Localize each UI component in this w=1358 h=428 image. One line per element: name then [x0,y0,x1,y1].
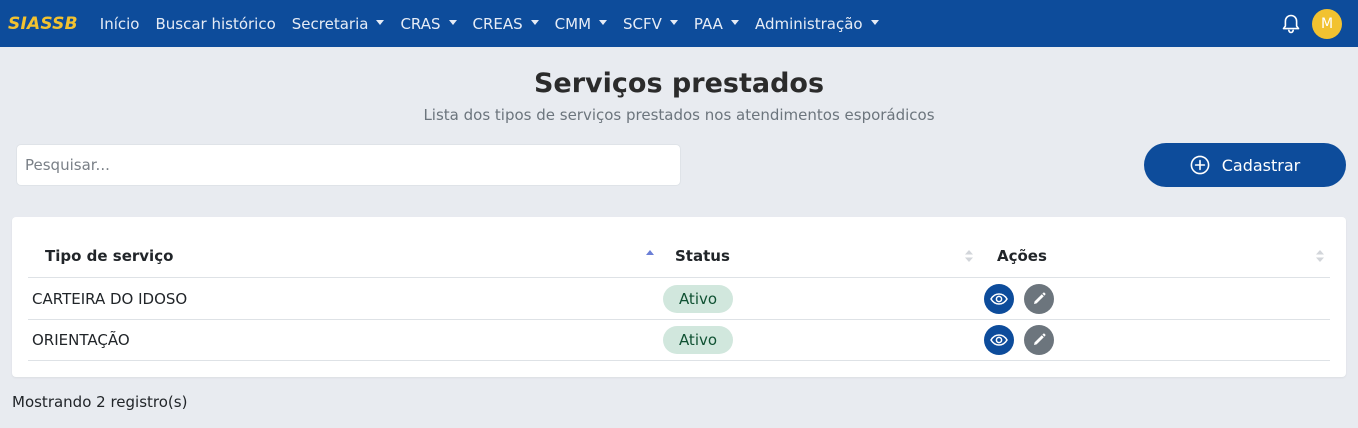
status-badge: Ativo [663,326,733,354]
cadastrar-label: Cadastrar [1221,155,1301,175]
bell-icon[interactable] [1281,13,1301,35]
caret-down-icon [669,20,678,25]
nav-creas-dropdown[interactable]: CREAS [473,15,539,33]
sort-asc-icon[interactable] [645,248,655,264]
header-divider [28,277,1330,278]
column-header-tipo-servico[interactable]: Tipo de serviço [45,247,173,265]
pencil-icon [1034,292,1046,304]
column-header-status[interactable]: Status [675,247,730,265]
nav-scfv-dropdown[interactable]: SCFV [623,15,678,33]
records-count: Mostrando 2 registro(s) [12,393,188,411]
cadastrar-button[interactable]: Cadastrar [1144,143,1346,187]
sort-both-icon[interactable] [964,248,974,264]
row-divider [28,360,1330,361]
nav-buscar-historico[interactable]: Buscar histórico [155,15,275,33]
eye-icon [990,334,1008,346]
edit-button[interactable] [1024,284,1054,314]
nav-right-group: M [1281,0,1342,47]
nav-cmm-dropdown[interactable]: CMM [555,15,608,33]
caret-down-icon [870,20,879,25]
pencil-icon [1034,333,1046,345]
brand-logo[interactable]: SIASSB [8,14,78,34]
nav-secretaria-dropdown[interactable]: Secretaria [292,15,385,33]
eye-icon [990,293,1008,305]
cell-tipo-servico: ORIENTAÇÃO [32,331,130,349]
sort-both-icon[interactable] [1315,248,1325,264]
user-avatar[interactable]: M [1312,8,1342,39]
page-subtitle: Lista dos tipos de serviços prestados no… [423,106,935,124]
row-divider [28,319,1330,320]
top-navbar: SIASSB Início Buscar histórico Secretari… [0,0,1358,47]
page-title: Serviços prestados [533,68,825,99]
cell-tipo-servico: CARTEIRA DO IDOSO [32,290,188,308]
column-header-acoes[interactable]: Ações [997,247,1047,265]
services-table-card: Tipo de serviço Status Ações CARTEIRA DO… [12,217,1346,377]
status-badge: Ativo [663,285,733,313]
view-button[interactable] [984,284,1014,314]
caret-down-icon [599,20,608,25]
nav-inicio[interactable]: Início [100,15,140,33]
caret-down-icon [448,20,457,25]
caret-down-icon [376,20,385,25]
nav-administracao-dropdown[interactable]: Administração [755,15,879,33]
caret-down-icon [530,20,539,25]
plus-circle-icon [1190,155,1210,175]
caret-down-icon [730,20,739,25]
search-input[interactable] [16,144,681,186]
nav-paa-dropdown[interactable]: PAA [694,15,739,33]
view-button[interactable] [984,325,1014,355]
bell-icon-svg [1282,14,1300,33]
edit-button[interactable] [1024,325,1054,355]
nav-cras-dropdown[interactable]: CRAS [400,15,457,33]
